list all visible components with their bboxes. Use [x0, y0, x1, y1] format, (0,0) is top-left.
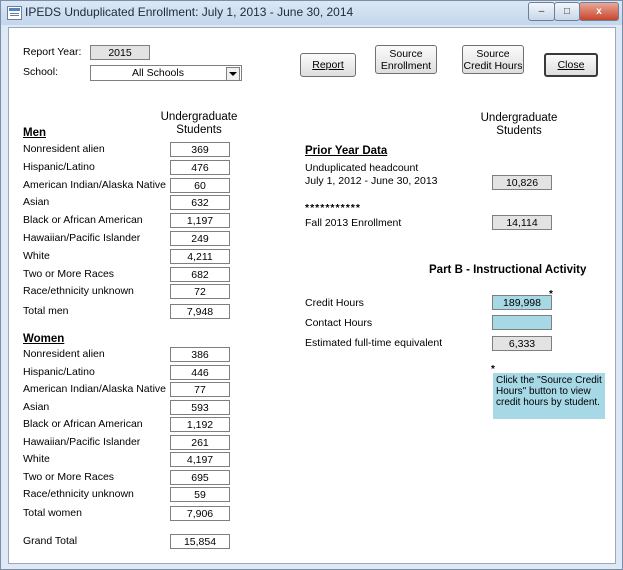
men-section-title: Men [23, 127, 46, 139]
fte-field[interactable]: 6,333 [492, 336, 552, 351]
credit-hours-note: Click the "Source Credit Hours" button t… [493, 373, 605, 419]
headcount-field[interactable]: 10,826 [492, 175, 552, 190]
women-row-label: Hispanic/Latino [23, 365, 95, 378]
title-bar: IPEDS Unduplicated Enrollment: July 1, 2… [1, 1, 622, 25]
report-button[interactable]: Report [300, 53, 356, 77]
women-row-value-field[interactable]: 1,192 [170, 417, 230, 432]
maximize-button[interactable]: □ [554, 2, 580, 21]
source-enrollment-button[interactable]: Source Enrollment [375, 45, 437, 74]
women-row-label: Nonresident alien [23, 348, 105, 360]
fall-enrollment-field[interactable]: 14,114 [492, 215, 552, 230]
men-row-label: Black or African American [23, 214, 143, 227]
contact-hours-label: Contact Hours [305, 317, 373, 329]
men-row-value-field[interactable]: 476 [170, 159, 230, 175]
close-button[interactable]: Close [544, 53, 598, 77]
women-row-value-field[interactable]: 59 [170, 487, 230, 502]
women-row-value-field[interactable]: 261 [170, 434, 230, 450]
right-column-header: Undergraduate Students [480, 112, 558, 137]
men-row-label: Hispanic/Latino [23, 160, 95, 173]
men-row-value-field[interactable]: 60 [170, 177, 230, 193]
women-row-value-field[interactable]: 386 [170, 347, 230, 362]
men-row-value-field[interactable]: 682 [170, 266, 230, 282]
report-year-field[interactable]: 2015 [90, 45, 150, 60]
left-column-header: Undergraduate Students [160, 111, 238, 136]
men-row-value-field[interactable]: 632 [170, 195, 230, 211]
total-women-field[interactable]: 7,906 [170, 506, 230, 521]
men-row-value-field[interactable]: 1,197 [170, 213, 230, 229]
form-area: Report Year: 2015 School: All Schools Re… [8, 27, 616, 564]
women-row-label: Hawaiian/Pacific Islander [23, 435, 141, 448]
headcount-label: Unduplicated headcount July 1, 2012 - Ju… [305, 162, 438, 187]
contact-hours-field[interactable] [492, 315, 552, 330]
prior-year-title: Prior Year Data [305, 145, 388, 157]
school-label: School: [23, 66, 59, 78]
source-credit-hours-button[interactable]: Source Credit Hours [462, 45, 524, 74]
men-row-label: White [23, 249, 50, 262]
men-row-value-field[interactable]: 249 [170, 231, 230, 246]
school-dropdown-value: All Schools [132, 67, 184, 79]
grand-total-label: Grand Total [23, 535, 78, 547]
men-row-value-field[interactable]: 369 [170, 142, 230, 157]
chevron-down-icon[interactable] [226, 67, 240, 81]
women-row-value-field[interactable]: 4,197 [170, 452, 230, 467]
credit-hours-asterisk: * [549, 289, 553, 300]
credit-hours-field[interactable]: 189,998 [492, 295, 552, 310]
part-b-title: Part B - Instructional Activity [429, 264, 587, 276]
close-button-label: Close [557, 59, 585, 71]
men-row-label: Hawaiian/Pacific Islander [23, 232, 141, 244]
report-year-label: Report Year: [23, 46, 82, 58]
women-row-label: Black or African American [23, 418, 143, 430]
app-window: IPEDS Unduplicated Enrollment: July 1, 2… [0, 0, 623, 570]
women-row-value-field[interactable]: 695 [170, 469, 230, 485]
men-row-label: American Indian/Alaska Native [23, 178, 166, 191]
total-men-label: Total men [23, 305, 69, 317]
women-row-label: White [23, 453, 50, 465]
credit-hours-label: Credit Hours [305, 297, 364, 309]
report-button-label: Report [312, 59, 344, 71]
women-row-label: Race/ethnicity unknown [23, 488, 134, 500]
fall-enrollment-label: Fall 2013 Enrollment [305, 217, 402, 229]
total-men-field[interactable]: 7,948 [170, 304, 230, 319]
close-window-button[interactable]: x [579, 2, 619, 21]
men-row-label: Asian [23, 196, 50, 209]
grand-total-field[interactable]: 15,854 [170, 534, 230, 549]
men-row-value-field[interactable]: 72 [170, 284, 230, 300]
men-row-value-field[interactable]: 4,211 [170, 248, 230, 264]
men-row-label: Race/ethnicity unknown [23, 285, 134, 298]
total-women-label: Total women [23, 507, 82, 519]
women-row-value-field[interactable]: 593 [170, 399, 230, 415]
window-title: IPEDS Unduplicated Enrollment: July 1, 2… [25, 5, 354, 19]
form-icon [7, 6, 22, 20]
fte-label: Estimated full-time equivalent [305, 337, 443, 349]
women-row-label: American Indian/Alaska Native [23, 383, 166, 395]
women-row-label: Asian [23, 400, 50, 413]
school-dropdown[interactable]: All Schools [90, 65, 242, 81]
women-row-value-field[interactable]: 77 [170, 382, 230, 397]
women-row-value-field[interactable]: 446 [170, 364, 230, 380]
separator-asterisks: *********** [305, 202, 361, 214]
men-row-label: Two or More Races [23, 267, 115, 280]
women-row-label: Two or More Races [23, 470, 115, 483]
men-row-label: Nonresident alien [23, 143, 105, 155]
women-section-title: Women [23, 333, 65, 345]
minimize-button[interactable]: – [528, 2, 555, 21]
